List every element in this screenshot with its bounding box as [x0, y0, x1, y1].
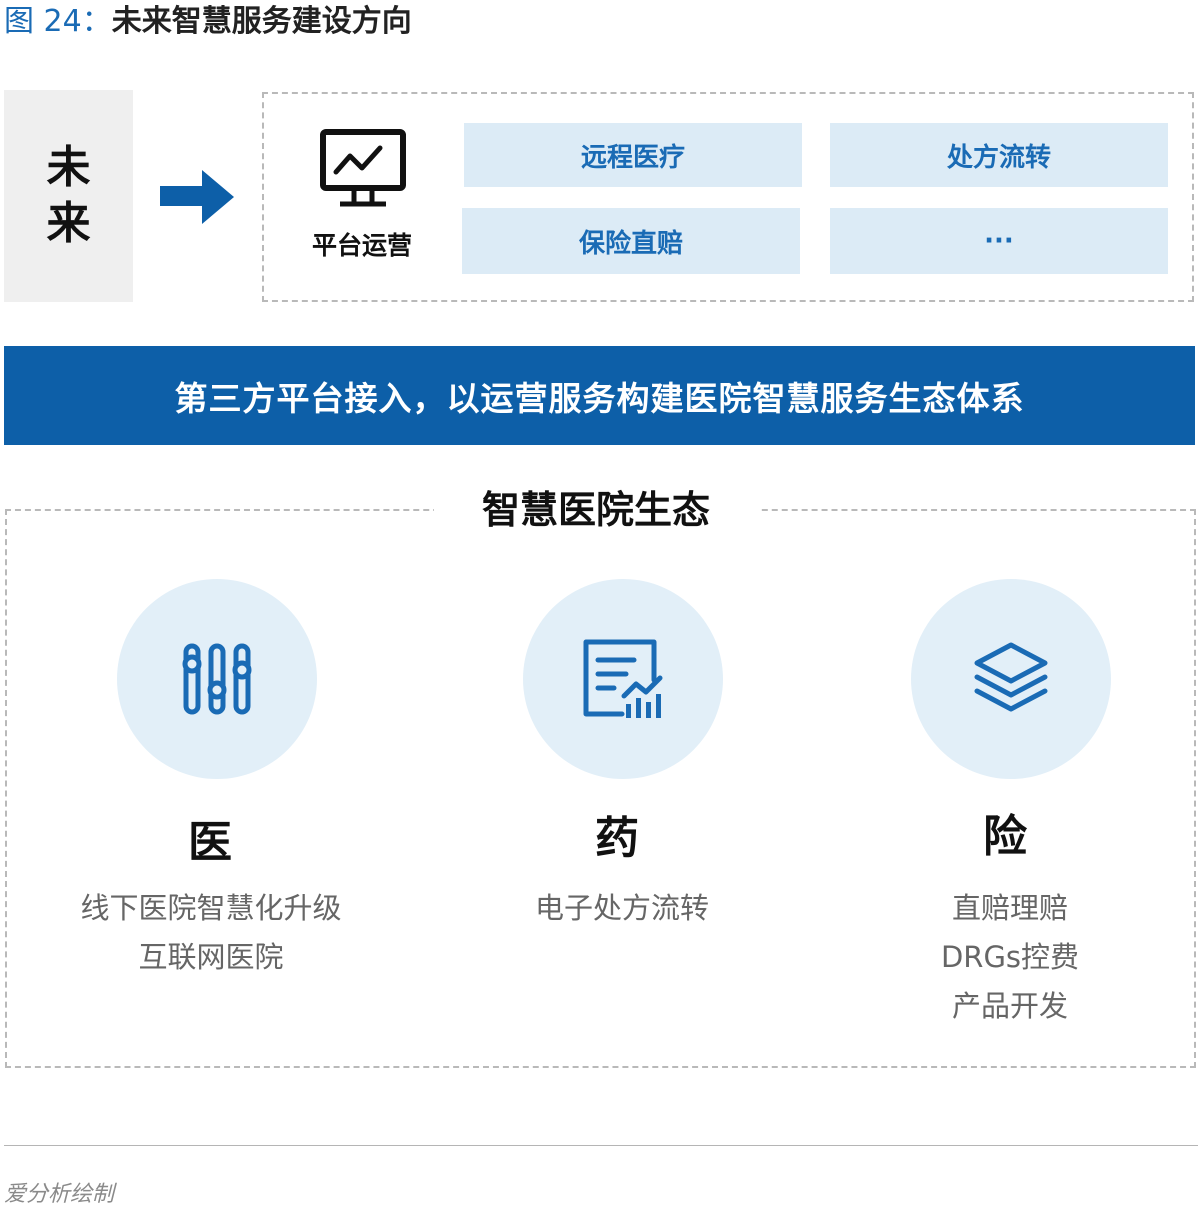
future-char-2: 来: [46, 198, 91, 249]
pillar-pharmacy-desc: 电子处方流转: [452, 884, 792, 933]
source-note: 爱分析绘制: [4, 1182, 115, 1207]
strategy-banner: 第三方平台接入，以运营服务构建医院智慧服务生态体系: [4, 346, 1195, 445]
figure-title-text: 未来智慧服务建设方向: [111, 4, 412, 39]
service-prescription-transfer: 处方流转: [830, 123, 1168, 187]
service-more: ···: [830, 208, 1168, 274]
prescription-chart-icon: [583, 639, 663, 718]
monitor-chart-icon: [320, 129, 406, 207]
pillar-pharmacy-title: 药: [595, 813, 639, 864]
pillar-insurance-title: 险: [983, 811, 1027, 862]
figure-label: 图 24：: [4, 4, 112, 39]
pillar-insurance-circle: [911, 579, 1111, 779]
service-insurance-direct-claim: 保险直赔: [462, 208, 800, 274]
pillar-insurance-line-2: DRGs控费: [940, 940, 1080, 974]
pillar-medical-line-2: 互联网医院: [138, 940, 284, 974]
pillar-medical-title: 医: [188, 817, 232, 868]
pillar-insurance-line-3: 产品开发: [951, 989, 1068, 1023]
pillar-medical-circle: [117, 579, 317, 779]
pillar-insurance-line-1: 直赔理赔: [951, 891, 1068, 925]
pillar-medical-line-1: 线下医院智慧化升级: [80, 891, 342, 925]
future-char-1: 未: [46, 142, 91, 193]
pillar-insurance-desc: 直赔理赔 DRGs控费 产品开发: [840, 884, 1180, 1031]
layers-icon: [974, 642, 1048, 712]
platform-label: 平台运营: [311, 231, 412, 260]
pillar-medical-desc: 线下医院智慧化升级 互联网医院: [41, 884, 381, 982]
service-remote-medical: 远程医疗: [464, 123, 802, 187]
ecosystem-title: 智慧医院生态: [434, 484, 758, 536]
sliders-icon: [182, 643, 252, 715]
right-arrow-icon: [160, 170, 234, 224]
future-box: 未 来: [4, 90, 133, 302]
pillar-pharmacy-line-1: 电子处方流转: [534, 891, 709, 925]
footer-divider: [4, 1145, 1198, 1146]
pillar-pharmacy-circle: [523, 579, 723, 779]
figure-title: 图 24：未来智慧服务建设方向: [4, 2, 412, 42]
